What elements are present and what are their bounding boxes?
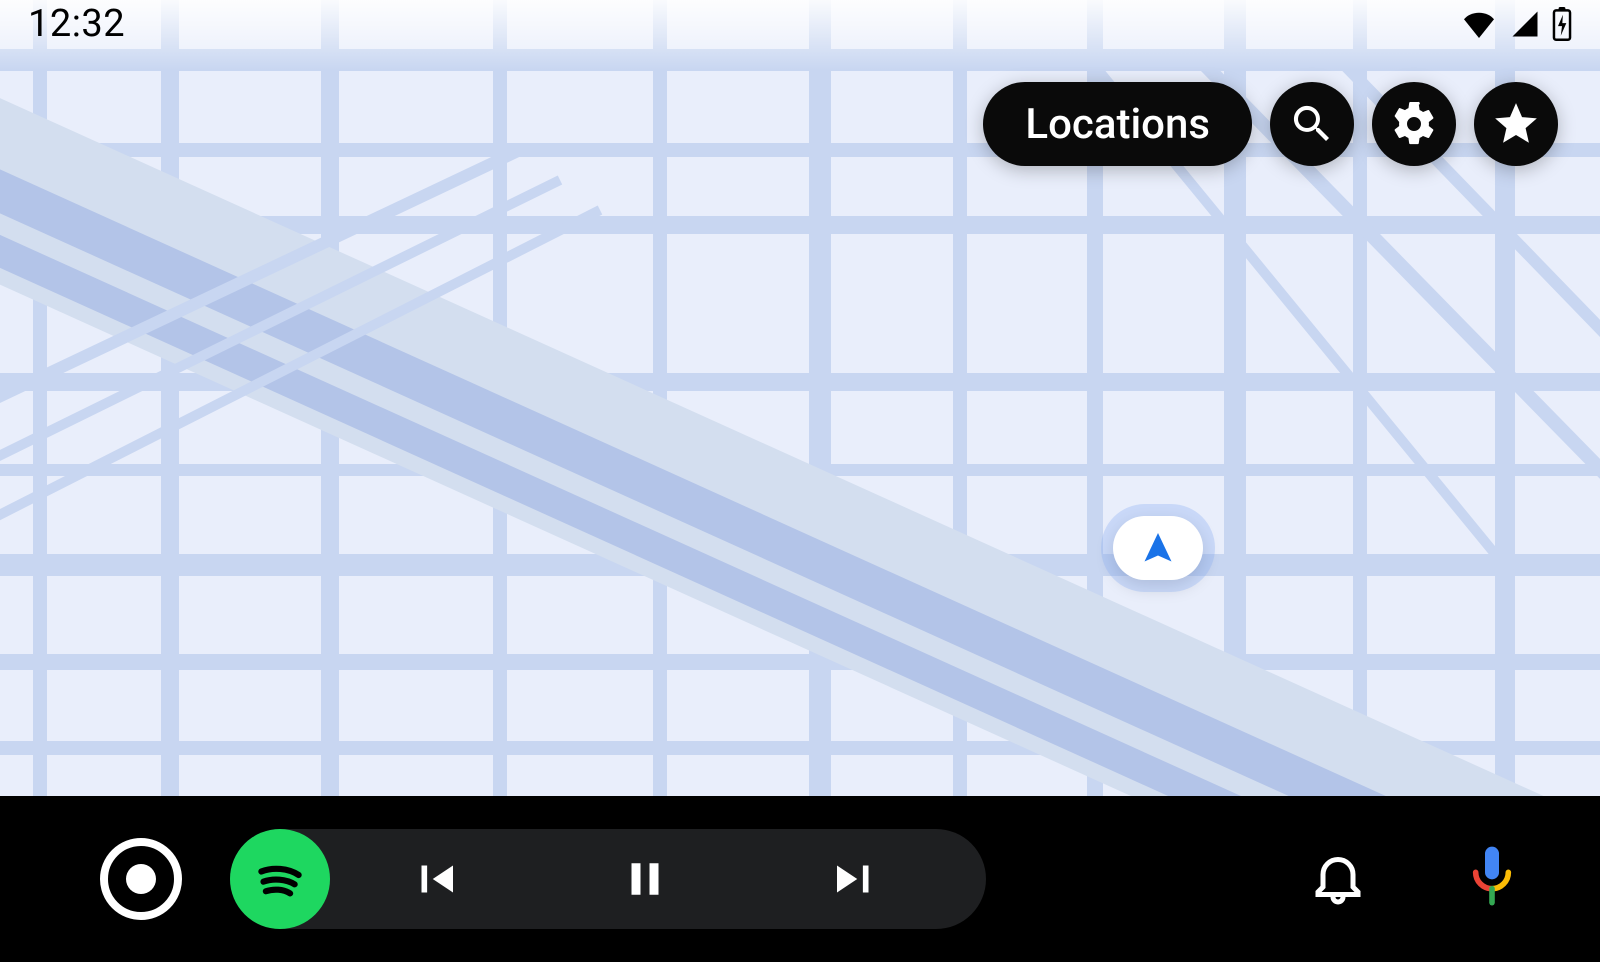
star-icon [1491,99,1541,149]
bottom-bar [0,796,1600,962]
notifications-button[interactable] [1308,847,1368,911]
previous-track-button[interactable] [330,852,540,906]
media-app-button[interactable] [230,829,330,929]
search-icon [1288,100,1336,148]
launcher-icon [126,864,156,894]
bell-icon [1308,892,1368,911]
navigation-arrow-icon [1140,530,1176,566]
map-toolbar: Locations [983,82,1558,166]
skip-previous-icon [408,852,462,906]
current-location-marker[interactable] [1113,516,1203,580]
launcher-button[interactable] [100,838,182,920]
gear-icon [1390,100,1438,148]
pause-icon [618,852,672,906]
media-control-bar [230,829,986,929]
favorites-button[interactable] [1474,82,1558,166]
next-track-button[interactable] [750,852,986,906]
assistant-mic-button[interactable] [1464,843,1520,915]
spotify-icon [248,847,312,911]
skip-next-icon [828,852,882,906]
locations-label: Locations [1025,100,1210,149]
play-pause-button[interactable] [540,852,750,906]
locations-button[interactable]: Locations [983,82,1252,166]
settings-button[interactable] [1372,82,1456,166]
search-button[interactable] [1270,82,1354,166]
google-assistant-mic-icon [1464,896,1520,915]
